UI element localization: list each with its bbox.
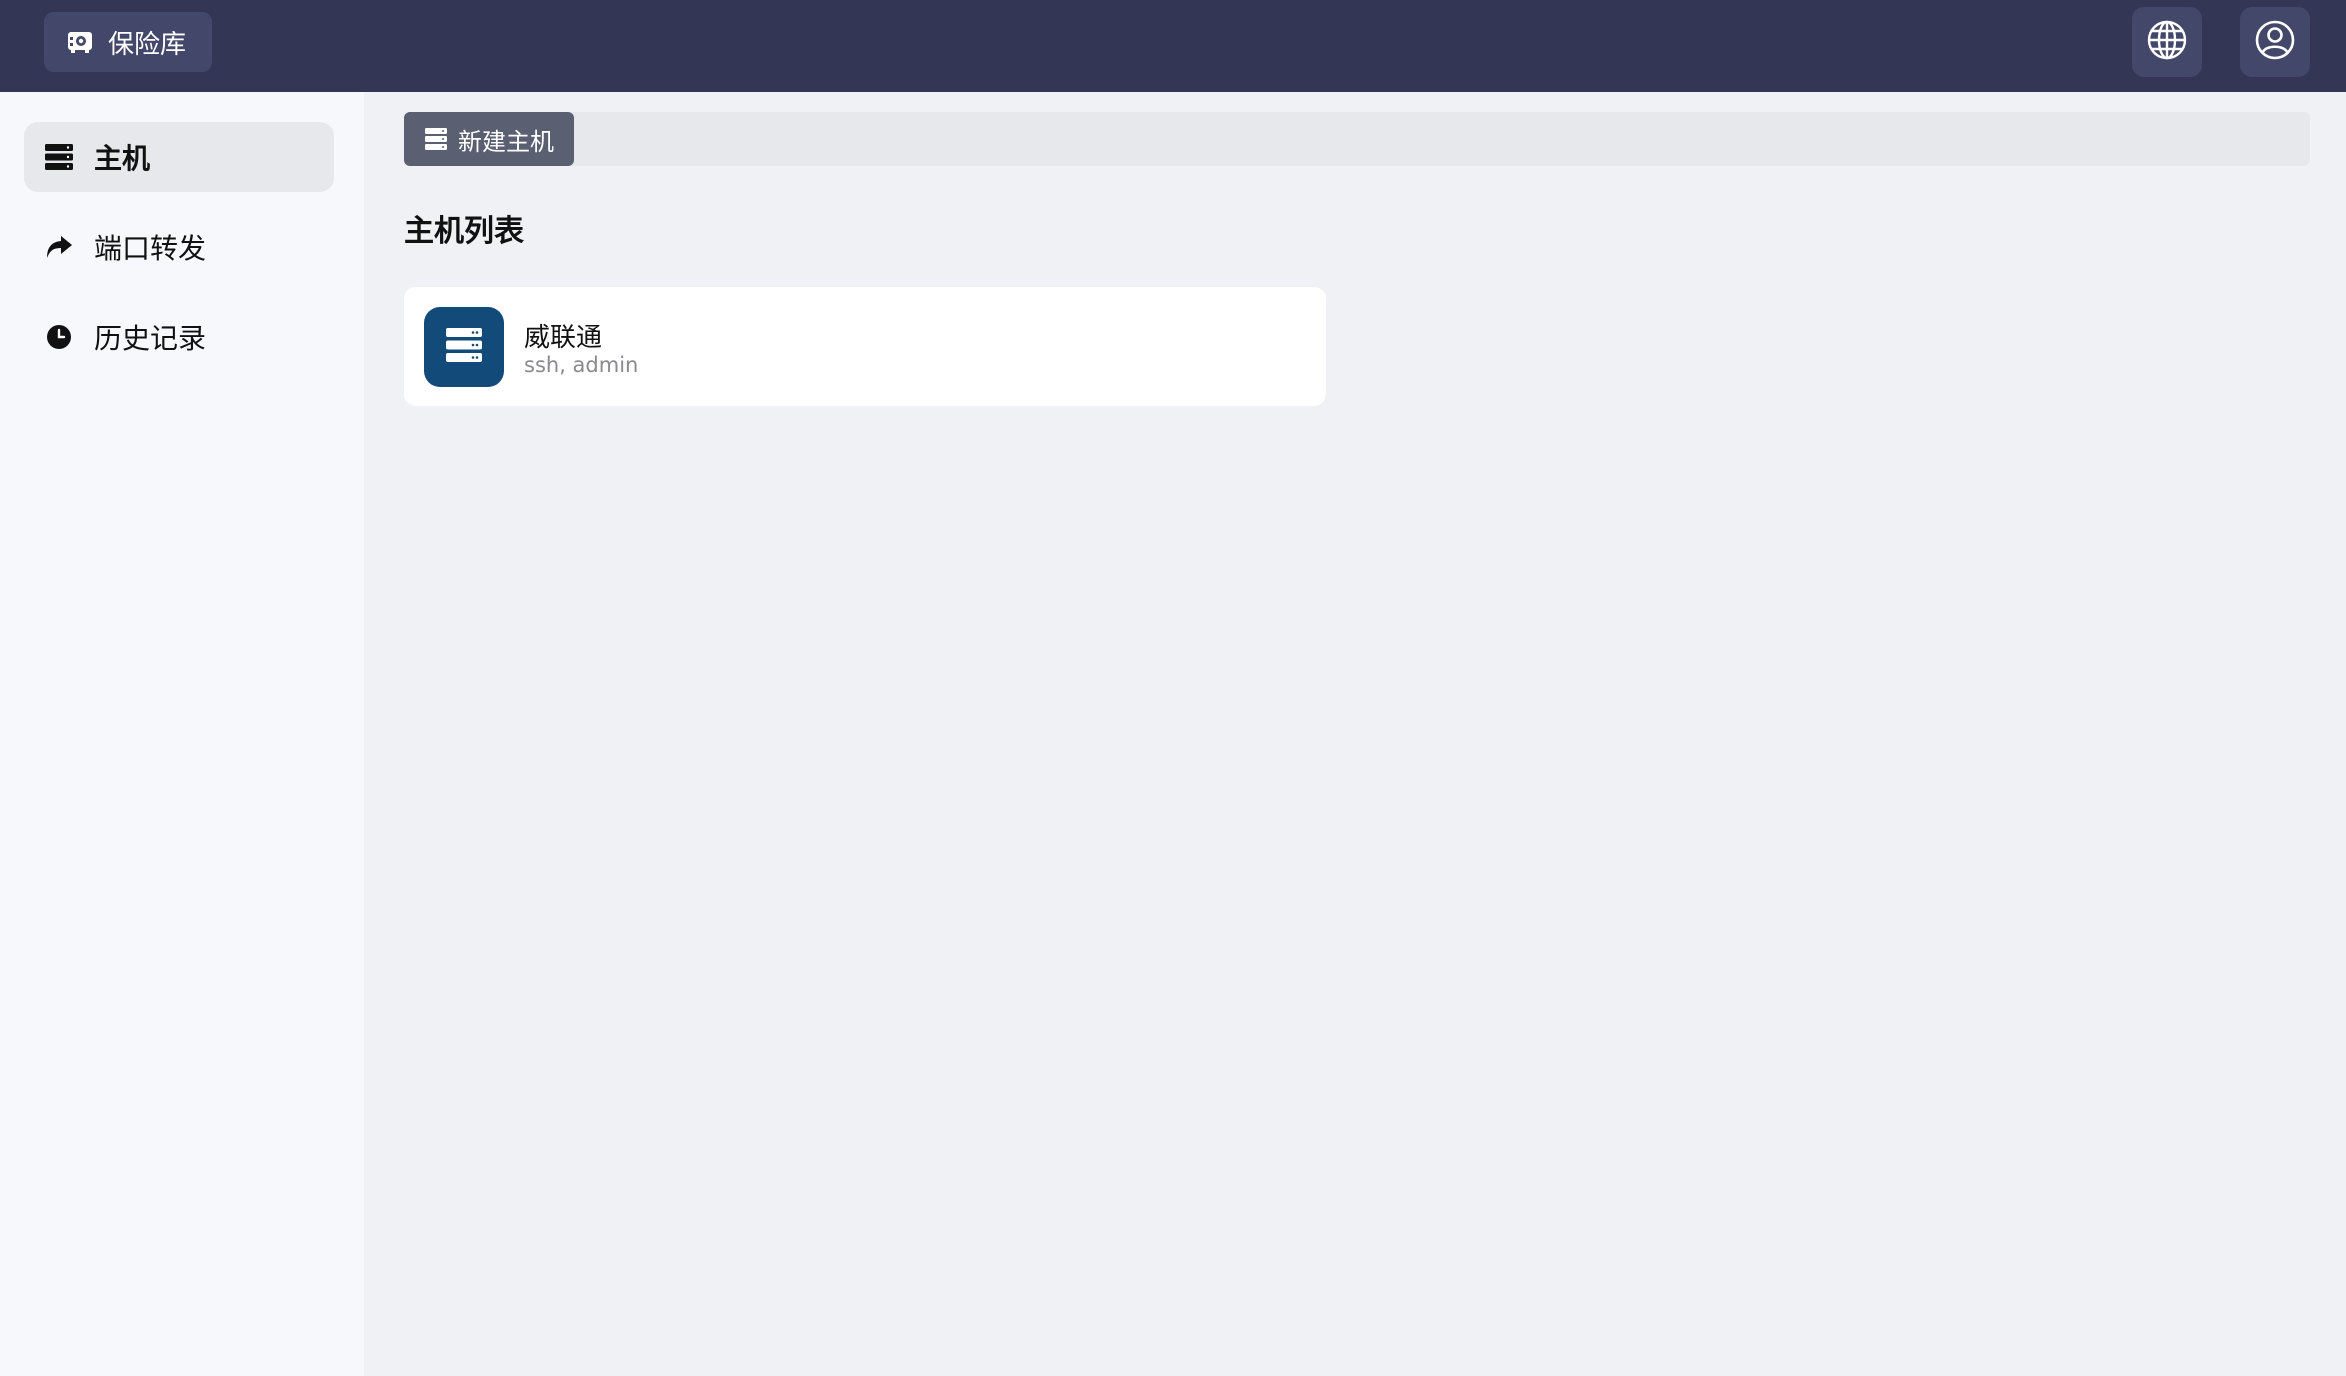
server-icon [44, 142, 74, 172]
globe-icon [2145, 18, 2189, 66]
sidebar-item-label: 主机 [94, 142, 151, 175]
new-host-label: 新建主机 [458, 127, 554, 156]
clock-icon [44, 322, 74, 352]
vault-label: 保险库 [108, 29, 187, 60]
top-bar: 保险库 [0, 0, 2346, 92]
vault-button[interactable]: 保险库 [44, 12, 212, 72]
toolbar: 新建主机 [404, 112, 2310, 166]
sidebar-item-hosts[interactable]: 主机 [24, 122, 334, 192]
user-circle-icon [2253, 18, 2297, 66]
server-icon [445, 327, 483, 367]
share-forward-icon [44, 232, 74, 262]
host-name: 威联通 [524, 323, 603, 353]
host-avatar [424, 307, 504, 387]
user-menu-button[interactable] [2240, 7, 2310, 77]
sidebar-item-label: 历史记录 [94, 322, 207, 355]
sidebar-item-history[interactable]: 历史记录 [24, 302, 334, 372]
server-icon [424, 127, 448, 151]
host-meta: ssh, admin [524, 353, 639, 377]
page-title: 主机列表 [404, 214, 524, 249]
new-host-button[interactable]: 新建主机 [404, 112, 574, 166]
language-button[interactable] [2132, 7, 2202, 77]
host-card[interactable]: 威联通 ssh, admin [404, 287, 1326, 406]
sidebar-item-label: 端口转发 [94, 232, 207, 265]
sidebar-item-port-forwarding[interactable]: 端口转发 [24, 212, 334, 282]
vault-icon [66, 28, 94, 56]
sidebar: 主机 端口转发 历史记录 [0, 92, 364, 1376]
